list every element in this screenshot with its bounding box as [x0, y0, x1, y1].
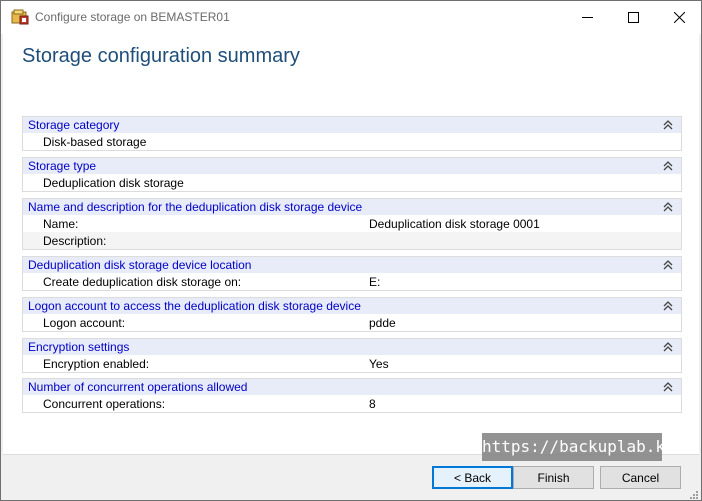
section-title: Name and description for the deduplicati…: [28, 200, 363, 214]
maximize-icon: [627, 11, 639, 23]
row-label: Name:: [43, 217, 79, 231]
window-title: Configure storage on BEMASTER01: [35, 10, 230, 24]
section-header[interactable]: Deduplication disk storage device locati…: [23, 257, 681, 273]
section-title: Deduplication disk storage device locati…: [28, 258, 252, 272]
summary-panel: Storage configuration summary Storage ca…: [3, 34, 699, 454]
row-value: Deduplication disk storage 0001: [369, 217, 540, 231]
row-label: Deduplication disk storage: [43, 176, 184, 190]
collapse-chevron-icon[interactable]: [661, 258, 675, 272]
section-concurrent-operations: Number of concurrent operations allowed …: [22, 378, 682, 413]
row-label: Description:: [43, 234, 107, 248]
section-device-location: Deduplication disk storage device locati…: [22, 256, 682, 291]
section-title: Storage type: [28, 159, 97, 173]
summary-row: Disk-based storage: [23, 133, 681, 150]
collapse-chevron-icon[interactable]: [661, 299, 675, 313]
row-value: E:: [369, 275, 381, 289]
watermark: https://backuplab.kr: [482, 433, 675, 461]
row-label: Encryption enabled:: [43, 357, 150, 371]
close-button[interactable]: [656, 1, 702, 33]
collapse-chevron-icon[interactable]: [661, 380, 675, 394]
row-value: 8: [369, 397, 376, 411]
summary-row: Name: Deduplication disk storage 0001: [23, 215, 681, 232]
collapse-chevron-icon[interactable]: [661, 340, 675, 354]
minimize-icon: [581, 16, 593, 18]
title-bar[interactable]: Configure storage on BEMASTER01: [1, 1, 701, 34]
section-title: Storage category: [28, 118, 120, 132]
section-header[interactable]: Storage category: [23, 117, 681, 133]
row-label: Create deduplication disk storage on:: [43, 275, 242, 289]
summary-row: Description:: [23, 232, 681, 249]
section-encryption: Encryption settings Encryption enabled: …: [22, 338, 682, 373]
section-storage-type: Storage type Deduplication disk storage: [22, 157, 682, 192]
section-header[interactable]: Name and description for the deduplicati…: [23, 199, 681, 215]
summary-row: Encryption enabled: Yes: [23, 355, 681, 372]
section-header[interactable]: Logon account to access the deduplicatio…: [23, 298, 681, 314]
row-label: Logon account:: [43, 316, 126, 330]
collapse-chevron-icon[interactable]: [661, 200, 675, 214]
section-header[interactable]: Encryption settings: [23, 339, 681, 355]
back-button[interactable]: < Back: [432, 466, 513, 489]
finish-button[interactable]: Finish: [513, 466, 594, 489]
row-value: Yes: [369, 357, 389, 371]
section-storage-category: Storage category Disk-based storage: [22, 116, 682, 151]
configure-storage-dialog: Configure storage on BEMASTER01 Storage …: [0, 0, 702, 501]
section-title: Logon account to access the deduplicatio…: [28, 299, 361, 313]
section-title: Number of concurrent operations allowed: [28, 380, 248, 394]
page-title: Storage configuration summary: [22, 45, 300, 67]
section-header[interactable]: Storage type: [23, 158, 681, 174]
summary-row: Deduplication disk storage: [23, 174, 681, 191]
summary-row: Concurrent operations: 8: [23, 395, 681, 412]
section-logon-account: Logon account to access the deduplicatio…: [22, 297, 682, 332]
cancel-button[interactable]: Cancel: [600, 466, 681, 489]
close-icon: [673, 11, 685, 23]
collapse-chevron-icon[interactable]: [661, 118, 675, 132]
summary-row: Create deduplication disk storage on: E:: [23, 273, 681, 290]
section-title: Encryption settings: [28, 340, 130, 354]
storage-config-icon: [11, 9, 29, 25]
row-value: pdde: [369, 316, 396, 330]
minimize-button[interactable]: [564, 1, 610, 33]
row-label: Disk-based storage: [43, 135, 147, 149]
summary-row: Logon account: pdde: [23, 314, 681, 331]
maximize-button[interactable]: [610, 1, 656, 33]
collapse-chevron-icon[interactable]: [661, 159, 675, 173]
resize-grip-icon[interactable]: [687, 488, 699, 500]
row-label: Concurrent operations:: [43, 397, 166, 411]
section-name-description: Name and description for the deduplicati…: [22, 198, 682, 250]
section-header[interactable]: Number of concurrent operations allowed: [23, 379, 681, 395]
